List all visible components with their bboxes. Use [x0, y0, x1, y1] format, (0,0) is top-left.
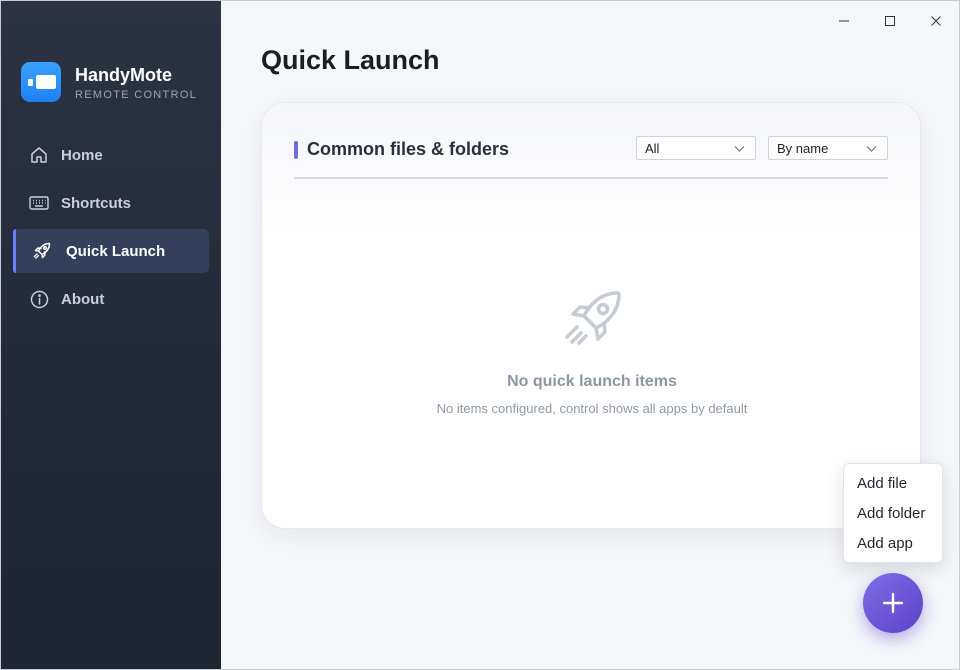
quick-launch-card: Common files & folders All By name No qu… — [261, 102, 921, 529]
info-icon — [29, 289, 49, 309]
close-button[interactable] — [913, 9, 959, 33]
sidebar-item-shortcuts[interactable]: Shortcuts — [13, 181, 209, 225]
maximize-icon — [885, 16, 895, 26]
sidebar-item-quick-launch[interactable]: Quick Launch — [13, 229, 209, 273]
card-title: Common files & folders — [294, 139, 509, 160]
sidebar-item-home[interactable]: Home — [13, 133, 209, 177]
plus-icon — [882, 592, 904, 614]
sidebar-item-about[interactable]: About — [13, 277, 209, 321]
sidebar-nav: Home Shortcuts Quick Launch About — [13, 133, 209, 325]
brand-subtitle: REMOTE CONTROL — [75, 88, 198, 101]
rocket-icon — [32, 241, 52, 261]
brand-name: HandyMote — [75, 64, 173, 85]
keyboard-icon — [29, 193, 49, 213]
home-icon — [29, 145, 49, 165]
sort-select-value: By name — [777, 140, 829, 156]
page-title: Quick Launch — [261, 45, 440, 75]
close-icon — [931, 16, 941, 26]
brand: HandyMote REMOTE CONTROL — [21, 62, 197, 102]
sidebar-item-label: Quick Launch — [66, 242, 166, 260]
empty-state-description: No items configured, control shows all a… — [436, 401, 748, 416]
filter-select-value: All — [645, 140, 660, 156]
add-fab-button[interactable] — [863, 573, 923, 633]
minimize-button[interactable] — [821, 9, 867, 33]
app-window: HandyMote REMOTE CONTROL Home Shortcuts … — [0, 0, 960, 670]
rocket-icon — [559, 287, 625, 358]
maximize-button[interactable] — [867, 9, 913, 33]
sidebar-item-label: About — [61, 290, 105, 308]
chevron-down-icon — [866, 146, 877, 152]
minimize-icon — [839, 20, 849, 22]
sort-select[interactable]: By name — [768, 136, 888, 160]
sidebar-item-label: Shortcuts — [61, 194, 132, 212]
empty-state-title: No quick launch items — [507, 373, 677, 390]
menu-item-add-app[interactable]: Add app — [844, 529, 942, 559]
card-title-text: Common files & folders — [307, 139, 510, 159]
title-accent-bar — [294, 140, 298, 159]
remote-logo-icon — [21, 62, 61, 102]
window-controls — [821, 9, 959, 33]
add-menu: Add file Add folder Add app — [843, 463, 943, 563]
sidebar-item-label: Home — [61, 146, 103, 164]
card-divider — [294, 177, 888, 179]
sidebar: HandyMote REMOTE CONTROL Home Shortcuts … — [1, 1, 221, 669]
chevron-down-icon — [734, 146, 745, 152]
filter-select[interactable]: All — [636, 136, 756, 160]
menu-item-add-file[interactable]: Add file — [844, 469, 942, 499]
menu-item-add-folder[interactable]: Add folder — [844, 499, 942, 529]
